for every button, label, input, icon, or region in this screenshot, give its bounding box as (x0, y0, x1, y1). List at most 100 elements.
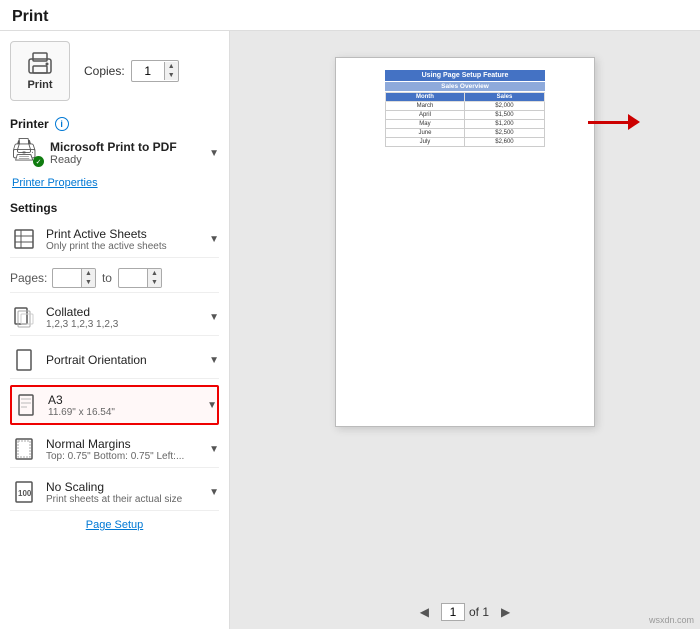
printer-check-badge: ✓ (33, 156, 44, 167)
settings-main-4: Normal Margins (46, 437, 201, 451)
settings-item-print-active-sheets[interactable]: Print Active Sheets Only print the activ… (10, 221, 219, 258)
settings-main-3: A3 (48, 393, 199, 407)
page-from-down[interactable]: ▼ (82, 278, 95, 287)
printer-section-header: Printer i (10, 117, 219, 131)
settings-sub-5: Print sheets at their actual size (46, 494, 201, 505)
page-to-up[interactable]: ▲ (148, 269, 161, 278)
printer-text: Microsoft Print to PDF Ready (50, 140, 201, 166)
table-cell: $2,000 (464, 102, 544, 111)
print-btn-area: Print Copies: ▲ ▼ (10, 41, 219, 101)
page-from-spin: ▲ ▼ (81, 269, 95, 287)
table-row: March$2,000 (386, 102, 545, 111)
settings-arrow-4: ▼ (209, 444, 219, 455)
preview-area: Using Page Setup Feature Sales Overview … (240, 47, 690, 595)
copies-label: Copies: (84, 64, 125, 78)
svg-text:100: 100 (18, 489, 32, 498)
copies-input-group: ▲ ▼ (131, 60, 179, 82)
sp-title: Using Page Setup Feature (385, 70, 545, 81)
scaling-icon: 100 (10, 478, 38, 506)
table-cell: April (386, 111, 465, 120)
settings-main-5: No Scaling (46, 480, 201, 494)
page-total: of 1 (469, 605, 489, 619)
page-from-input[interactable] (53, 271, 81, 285)
settings-sub-3: 11.69" x 16.54" (48, 407, 199, 418)
settings-arrow-5: ▼ (209, 487, 219, 498)
print-button[interactable]: Print (10, 41, 70, 101)
sp-subtitle: Sales Overview (385, 82, 545, 91)
pages-row: Pages: ▲ ▼ to ▲ ▼ (10, 264, 219, 293)
settings-item-scaling[interactable]: 100 No Scaling Print sheets at their act… (10, 474, 219, 511)
right-panel: Using Page Setup Feature Sales Overview … (230, 31, 700, 629)
page-to-input-group: ▲ ▼ (118, 268, 162, 288)
table-cell: May (386, 120, 465, 129)
settings-sub-4: Top: 0.75" Bottom: 0.75" Left:... (46, 451, 201, 462)
copies-up-btn[interactable]: ▲ (165, 62, 178, 71)
page-num-display: of 1 (441, 603, 489, 621)
settings-sub-0: Only print the active sheets (46, 241, 201, 252)
settings-text-portrait: Portrait Orientation (46, 353, 201, 367)
page-title: Print (12, 8, 48, 25)
prev-page-btn[interactable]: ◀ (416, 603, 433, 621)
printer-props-link[interactable]: Printer Properties (12, 177, 219, 189)
next-page-btn[interactable]: ▶ (497, 603, 514, 621)
portrait-icon (10, 346, 38, 374)
table-cell: June (386, 129, 465, 138)
settings-main-2: Portrait Orientation (46, 353, 201, 367)
printer-name: Microsoft Print to PDF (50, 140, 201, 154)
copies-input[interactable] (132, 64, 164, 78)
settings-main-1: Collated (46, 305, 201, 319)
settings-arrow-0: ▼ (209, 234, 219, 245)
table-row: May$1,200 (386, 120, 545, 129)
page-to-down[interactable]: ▼ (148, 278, 161, 287)
margins-icon (10, 435, 38, 463)
arrow-line (588, 121, 628, 124)
copies-spinners: ▲ ▼ (164, 62, 178, 80)
settings-arrow-3: ▼ (207, 400, 217, 411)
page-to-spin: ▲ ▼ (147, 269, 161, 287)
arrow-head (628, 114, 640, 130)
printer-status: Ready (50, 154, 201, 166)
pages-label: Pages: (10, 271, 46, 285)
sp-col-sales: Sales (464, 93, 544, 102)
spreadsheet-preview: Using Page Setup Feature Sales Overview … (385, 70, 545, 147)
printer-icon-area: 🖨 ✓ (10, 139, 42, 167)
settings-arrow-2: ▼ (209, 355, 219, 366)
collated-icon (10, 303, 38, 331)
printer-icon (25, 51, 55, 77)
settings-text-scaling: No Scaling Print sheets at their actual … (46, 480, 201, 505)
main-container: Print Copies: ▲ ▼ Printer i 🖨 ✓ (0, 31, 700, 629)
page-num-input[interactable] (441, 603, 465, 621)
table-cell: March (386, 102, 465, 111)
a3-icon (12, 391, 40, 419)
nav-bottom: ◀ of 1 ▶ (416, 603, 514, 621)
settings-text-a3: A3 11.69" x 16.54" (48, 393, 199, 418)
table-cell: $1,500 (464, 111, 544, 120)
settings-text: Print Active Sheets Only print the activ… (46, 227, 201, 252)
settings-item-margins[interactable]: Normal Margins Top: 0.75" Bottom: 0.75" … (10, 431, 219, 468)
printer-dropdown-arrow[interactable]: ▼ (209, 148, 219, 159)
settings-arrow-1: ▼ (209, 312, 219, 323)
settings-text-margins: Normal Margins Top: 0.75" Bottom: 0.75" … (46, 437, 201, 462)
sheets-icon (10, 225, 38, 253)
settings-section-header: Settings (10, 201, 219, 215)
settings-item-a3[interactable]: A3 11.69" x 16.54" ▼ (10, 385, 219, 425)
sp-table: Month Sales March$2,000April$1,500May$1,… (385, 92, 545, 147)
table-row: April$1,500 (386, 111, 545, 120)
copies-down-btn[interactable]: ▼ (165, 71, 178, 80)
table-cell: July (386, 138, 465, 147)
red-arrow (588, 114, 640, 130)
table-cell: $2,600 (464, 138, 544, 147)
settings-item-portrait[interactable]: Portrait Orientation ▼ (10, 342, 219, 379)
page-to-input[interactable] (119, 271, 147, 285)
info-icon[interactable]: i (55, 117, 69, 131)
table-row: June$2,500 (386, 129, 545, 138)
watermark: wsxdn.com (649, 615, 694, 625)
table-cell: $1,200 (464, 120, 544, 129)
left-panel: Print Copies: ▲ ▼ Printer i 🖨 ✓ (0, 31, 230, 629)
page-setup-link[interactable]: Page Setup (10, 519, 219, 531)
settings-item-collated[interactable]: Collated 1,2,3 1,2,3 1,2,3 ▼ (10, 299, 219, 336)
settings-text-collated: Collated 1,2,3 1,2,3 1,2,3 (46, 305, 201, 330)
page-from-up[interactable]: ▲ (82, 269, 95, 278)
page-from-input-group: ▲ ▼ (52, 268, 96, 288)
settings-main-0: Print Active Sheets (46, 227, 201, 241)
